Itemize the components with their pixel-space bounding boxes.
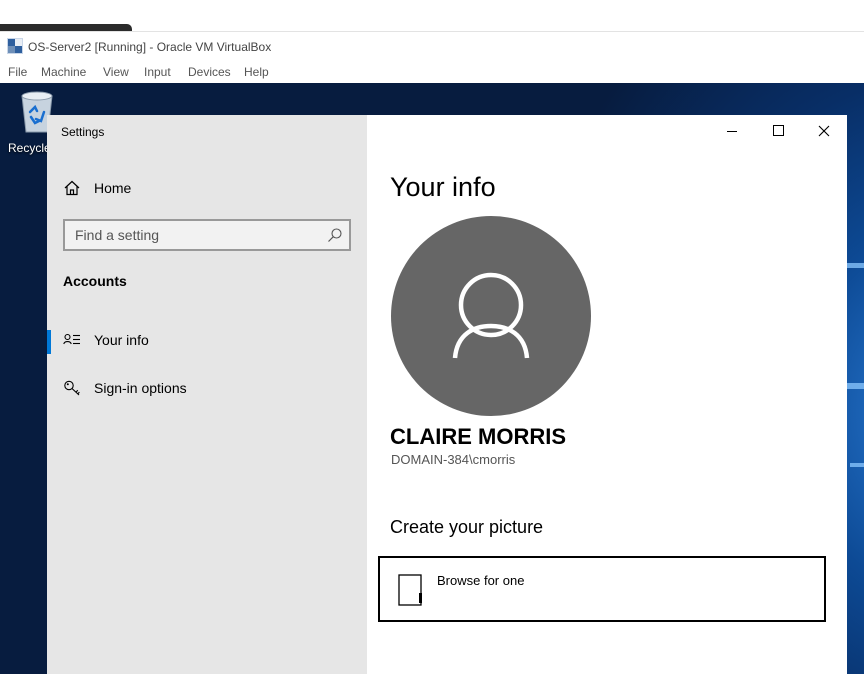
host-top-bar	[0, 0, 864, 31]
page-title: Your info	[390, 172, 496, 202]
virtualbox-menu-bar: File Machine View Input Devices Help	[0, 60, 864, 83]
virtualbox-title-bar: OS-Server2 [Running] - Oracle VM Virtual…	[0, 31, 864, 60]
sidebar-item-label: Home	[94, 180, 132, 196]
browse-picture-button[interactable]: Browse for one	[378, 556, 826, 622]
close-icon	[818, 125, 830, 137]
close-button[interactable]	[801, 115, 847, 147]
create-picture-heading: Create your picture	[390, 517, 544, 537]
settings-content: Your info CLAIRE MORRIS DOMAIN-384\cmorr…	[367, 115, 847, 674]
document-icon	[398, 574, 422, 606]
settings-window-title: Settings	[61, 125, 105, 139]
sidebar-item-home[interactable]: Home	[47, 168, 367, 208]
home-icon	[64, 180, 80, 196]
virtualbox-window-title: OS-Server2 [Running] - Oracle VM Virtual…	[28, 40, 272, 54]
virtualbox-app-icon	[7, 38, 23, 54]
person-icon	[452, 272, 530, 359]
sidebar-item-sign-in-options[interactable]: Sign-in options	[47, 368, 367, 408]
sidebar-item-label: Sign-in options	[94, 380, 187, 396]
find-setting-search[interactable]	[63, 219, 351, 251]
user-display-name: CLAIRE MORRIS	[390, 424, 566, 449]
maximize-icon	[773, 125, 784, 136]
browse-label: Browse for one	[437, 573, 525, 588]
sidebar-item-your-info[interactable]: Your info	[47, 320, 367, 360]
user-account-name: DOMAIN-384\cmorris	[391, 452, 516, 467]
minimize-icon	[727, 131, 737, 132]
avatar	[391, 216, 591, 416]
minimize-button[interactable]	[709, 115, 755, 147]
screen: OS-Server2 [Running] - Oracle VM Virtual…	[0, 0, 864, 674]
wallpaper-light-beam	[850, 463, 864, 467]
settings-window: Settings Home Accounts	[47, 115, 847, 674]
menu-file[interactable]: File	[8, 65, 27, 79]
recycle-bin-label[interactable]: Recycle	[8, 141, 51, 155]
section-heading-accounts: Accounts	[63, 273, 127, 289]
maximize-button[interactable]	[755, 115, 801, 147]
menu-view[interactable]: View	[103, 65, 129, 79]
key-icon	[64, 380, 80, 396]
settings-sidebar: Settings Home Accounts	[47, 115, 367, 674]
sidebar-item-label: Your info	[94, 332, 149, 348]
menu-help[interactable]: Help	[244, 65, 269, 79]
wallpaper-light-beam	[845, 263, 864, 268]
menu-devices[interactable]: Devices	[188, 65, 231, 79]
search-icon[interactable]	[327, 227, 343, 243]
selected-indicator	[47, 330, 51, 354]
menu-machine[interactable]: Machine	[41, 65, 86, 79]
host-tab-edge	[0, 24, 132, 31]
menu-input[interactable]: Input	[144, 65, 171, 79]
contact-info-icon	[63, 333, 80, 345]
search-input[interactable]	[75, 225, 315, 245]
